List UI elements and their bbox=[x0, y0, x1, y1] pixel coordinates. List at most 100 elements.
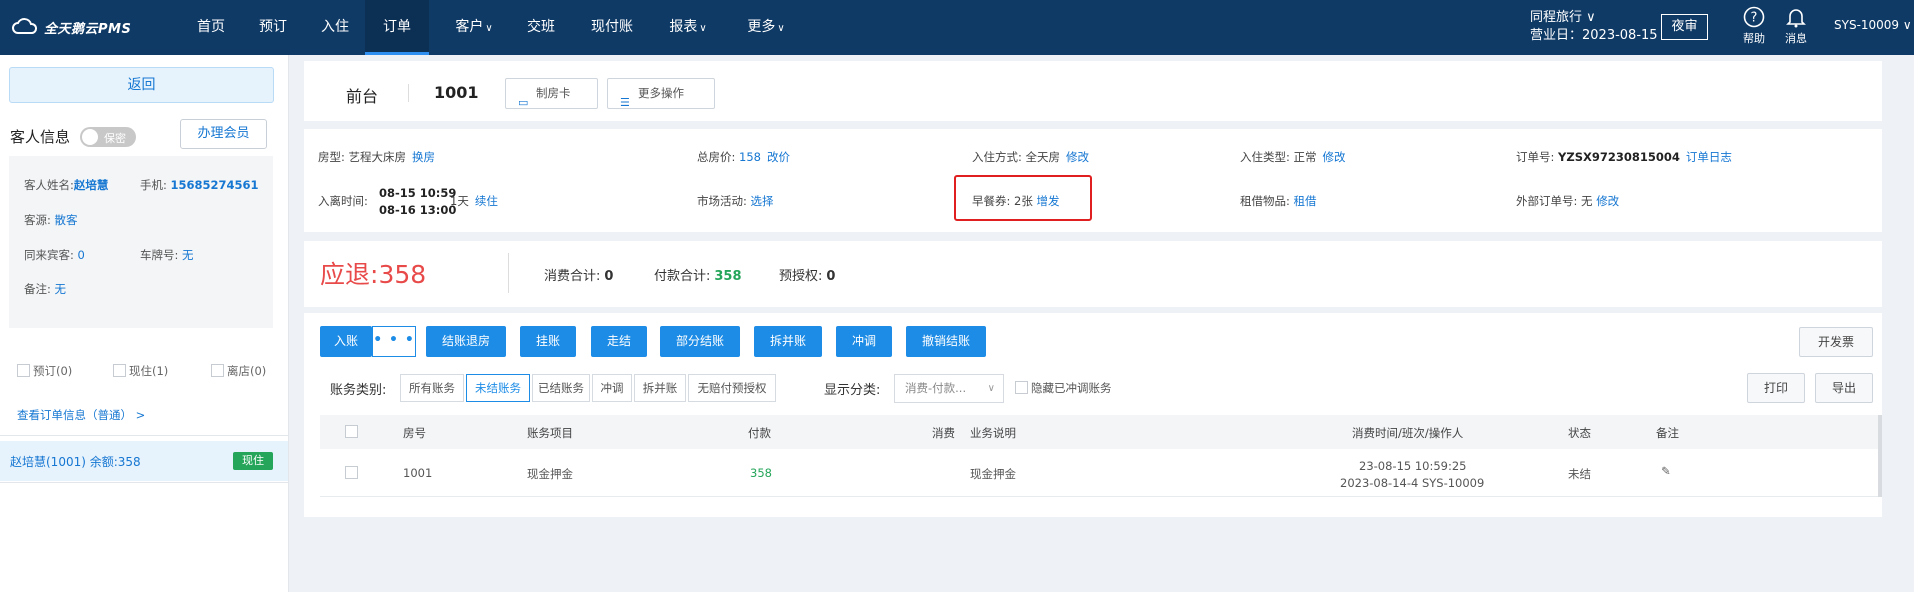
guest-name[interactable]: 赵培慧 bbox=[74, 178, 109, 192]
chevron-down-icon: ∨ bbox=[485, 23, 493, 34]
filter-unsettled[interactable]: 未结账务 bbox=[466, 374, 530, 402]
select-all-checkbox[interactable] bbox=[345, 425, 358, 438]
bell-icon bbox=[1786, 9, 1806, 28]
nav-customers[interactable]: 客户 ∨ bbox=[445, 0, 503, 55]
edit-checkin-type-link[interactable]: 修改 bbox=[1323, 150, 1346, 164]
room-number: 1001 bbox=[434, 83, 479, 102]
phone-row: 手机: 15685274561 bbox=[140, 178, 259, 192]
messages-button[interactable]: 消息 bbox=[1778, 6, 1814, 46]
invoice-button[interactable]: 开发票 bbox=[1799, 327, 1873, 357]
table-scrollbar[interactable] bbox=[1878, 415, 1882, 497]
filter-adjusted[interactable]: 冲调 bbox=[592, 374, 632, 402]
total-price-field: 总房价: 158 改价 bbox=[697, 150, 790, 164]
print-button[interactable]: 打印 bbox=[1747, 373, 1805, 403]
checkout-button[interactable]: 结账退房 bbox=[426, 326, 506, 357]
market-select-link[interactable]: 选择 bbox=[751, 194, 774, 208]
hang-account-button[interactable]: 挂账 bbox=[520, 326, 576, 357]
checkbox[interactable] bbox=[113, 364, 126, 377]
order-info-card: 房型: 艺程大床房 换房 总房价: 158 改价 入住方式: 全天房 修改 入住类型:… bbox=[304, 129, 1882, 232]
filter-all[interactable]: 所有账务 bbox=[400, 374, 464, 402]
bill-table-header: 房号 账务项目 付款 消费 业务说明 消费时间/班次/操作人 状态 备注 bbox=[320, 415, 1882, 449]
plate[interactable]: 无 bbox=[182, 248, 194, 262]
row-checkbox[interactable] bbox=[345, 466, 358, 479]
col-consume: 消费 bbox=[932, 426, 955, 440]
cancel-settle-button[interactable]: 撤销结账 bbox=[906, 326, 986, 357]
cell-status: 未结 bbox=[1568, 467, 1591, 481]
display-category-select[interactable]: 消费-付款... ∨ bbox=[894, 374, 1004, 403]
tab-front-desk[interactable]: 前台 bbox=[346, 83, 378, 107]
filter-reserved[interactable]: 预订(0) bbox=[17, 363, 72, 379]
hotel-name: 同程旅行 ∨ bbox=[1530, 10, 1596, 25]
more-operations-button[interactable]: ☰ 更多操作 bbox=[607, 78, 715, 109]
col-status: 状态 bbox=[1568, 426, 1591, 440]
nav-orders[interactable]: 订单 bbox=[365, 0, 429, 55]
remark[interactable]: 无 bbox=[55, 282, 67, 296]
checkbox[interactable] bbox=[211, 364, 224, 377]
paid-total: 付款合计: 358 bbox=[654, 269, 742, 284]
night-audit-button[interactable]: 夜审 bbox=[1661, 14, 1708, 40]
business-date: 营业日：2023-08-15 bbox=[1530, 28, 1658, 43]
checkbox[interactable] bbox=[1015, 381, 1028, 394]
change-price-link[interactable]: 改价 bbox=[767, 150, 790, 164]
checkin-type-field: 入住类型: 正常 修改 bbox=[1240, 150, 1346, 164]
change-room-link[interactable]: 换房 bbox=[412, 150, 435, 164]
billing-card: 入账 • • • 结账退房 挂账 走结 部分结账 拆并账 冲调 撤销结账 开发票… bbox=[304, 313, 1882, 517]
hotel-selector[interactable]: 同程旅行 ∨ 营业日：2023-08-15 bbox=[1530, 9, 1658, 45]
checkbox[interactable] bbox=[17, 364, 30, 377]
col-remark: 备注 bbox=[1656, 426, 1679, 440]
edit-external-order-link[interactable]: 修改 bbox=[1596, 194, 1619, 208]
more-actions-button[interactable]: • • • bbox=[372, 326, 416, 357]
external-order-field: 外部订单号: 无 修改 bbox=[1516, 194, 1620, 208]
companions[interactable]: 0 bbox=[78, 248, 85, 262]
rental-link[interactable]: 租借 bbox=[1294, 194, 1317, 208]
logo-text: 全天鹅云PMS bbox=[44, 21, 132, 37]
stay-time-label: 入离时间: bbox=[318, 194, 368, 208]
edit-checkin-mode-link[interactable]: 修改 bbox=[1066, 150, 1089, 164]
hide-adjusted-checkbox[interactable]: 隐藏已冲调账务 bbox=[1015, 380, 1112, 396]
stay-times: 08-15 10:59 08-16 13:00 bbox=[379, 186, 457, 217]
edit-remark-icon[interactable]: ✎ bbox=[1661, 464, 1671, 478]
plate-row: 车牌号: 无 bbox=[140, 248, 194, 262]
filter-in-house[interactable]: 现住(1) bbox=[113, 363, 168, 379]
extend-stay-link[interactable]: 续住 bbox=[475, 194, 498, 208]
col-description: 业务说明 bbox=[970, 426, 1016, 440]
member-button[interactable]: 办理会员 bbox=[180, 119, 267, 149]
highlight-box bbox=[954, 175, 1092, 221]
help-button[interactable]: ? 帮助 bbox=[1736, 6, 1772, 46]
nav-reports[interactable]: 报表 ∨ bbox=[664, 0, 712, 55]
checkin-mode-field: 入住方式: 全天房 修改 bbox=[972, 150, 1090, 164]
privacy-toggle[interactable]: 保密 bbox=[80, 127, 136, 147]
order-info-link[interactable]: 查看订单信息（普通） > bbox=[17, 407, 145, 423]
adjust-button[interactable]: 冲调 bbox=[836, 326, 892, 357]
nav-checkin[interactable]: 入住 bbox=[314, 0, 356, 55]
order-number-field: 订单号: YZSX97230815004 订单日志 bbox=[1516, 150, 1732, 164]
folder-icon: ▭ bbox=[518, 96, 529, 109]
make-room-card-button[interactable]: ▭ 制房卡 bbox=[505, 78, 598, 109]
room-entry-text: 赵培慧(1001) 余额:358 bbox=[10, 455, 141, 469]
table-row[interactable]: 1001 现金押金 358 现金押金 23-08-15 10:59:25 202… bbox=[320, 449, 1882, 497]
back-button[interactable]: 返回 bbox=[9, 67, 274, 103]
nav-more[interactable]: 更多 ∨ bbox=[742, 0, 790, 55]
filter-split-merge[interactable]: 拆并账 bbox=[634, 374, 686, 402]
logo[interactable]: 全天鹅云PMS bbox=[10, 16, 131, 38]
nav-reservation[interactable]: 预订 bbox=[252, 0, 294, 55]
cell-payment: 358 bbox=[750, 466, 772, 480]
split-merge-button[interactable]: 拆并账 bbox=[754, 326, 822, 357]
user-menu[interactable]: SYS-10009 ∨ bbox=[1834, 18, 1912, 32]
nav-handover[interactable]: 交班 bbox=[522, 0, 560, 55]
filter-no-comp-preauth[interactable]: 无赔付预授权 bbox=[688, 374, 776, 402]
source[interactable]: 散客 bbox=[55, 213, 78, 227]
partial-settle-button[interactable]: 部分结账 bbox=[660, 326, 740, 357]
filter-settled[interactable]: 已结账务 bbox=[532, 374, 590, 402]
export-button[interactable]: 导出 bbox=[1815, 373, 1873, 403]
order-log-link[interactable]: 订单日志 bbox=[1686, 150, 1732, 164]
post-charge-button[interactable]: 入账 bbox=[320, 326, 372, 357]
walk-settle-button[interactable]: 走结 bbox=[591, 326, 647, 357]
nights-field: 1天 续住 bbox=[450, 194, 498, 208]
col-item: 账务项目 bbox=[527, 426, 573, 440]
guest-info-box: 客人姓名:赵培慧 手机: 15685274561 客源: 散客 同来宾客: 0 … bbox=[9, 156, 273, 328]
room-list-item[interactable]: 赵培慧(1001) 余额:358 现住 bbox=[0, 441, 288, 481]
nav-home[interactable]: 首页 bbox=[190, 0, 232, 55]
filter-checked-out[interactable]: 离店(0) bbox=[211, 363, 266, 379]
nav-cash-account[interactable]: 现付账 bbox=[585, 0, 639, 55]
